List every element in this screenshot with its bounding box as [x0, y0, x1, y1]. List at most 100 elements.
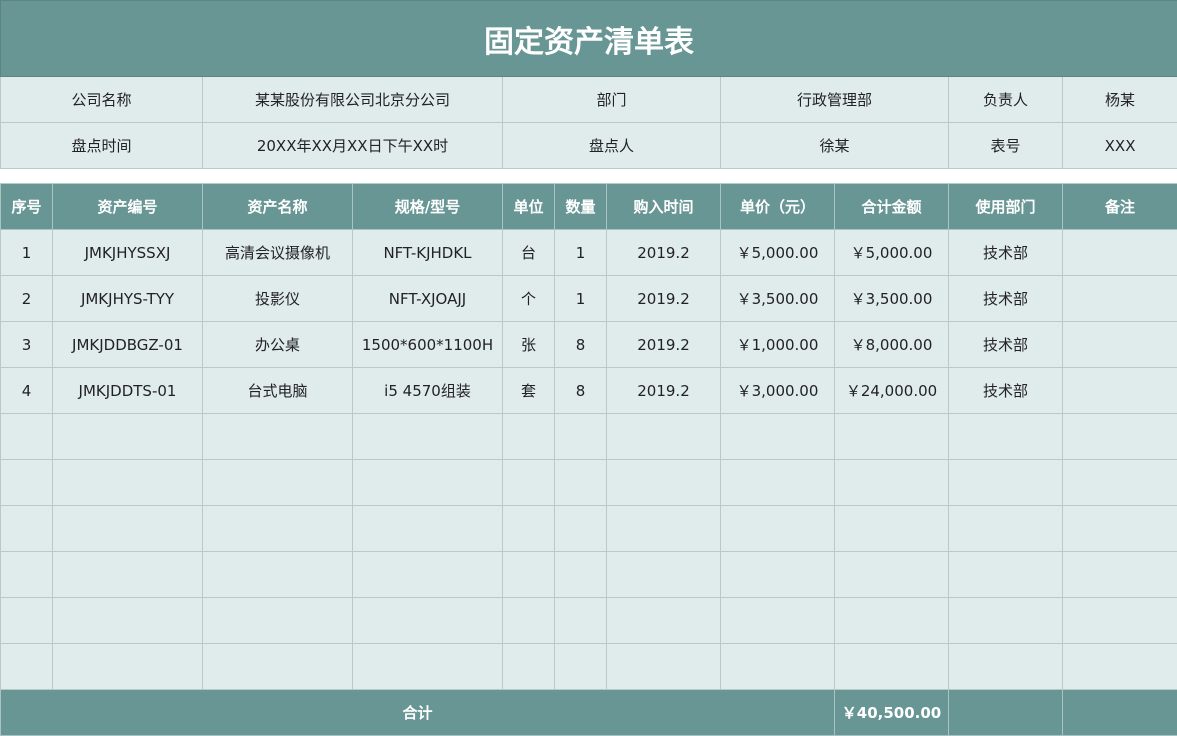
total-dept-cell[interactable] — [949, 690, 1063, 736]
asset-unit[interactable] — [503, 552, 555, 598]
asset-code[interactable] — [53, 414, 203, 460]
asset-qty[interactable]: 1 — [555, 230, 607, 276]
time-value[interactable]: 20XX年XX月XX日下午XX时 — [203, 123, 503, 169]
row-no[interactable] — [1, 414, 53, 460]
asset-code[interactable]: JMKJHYSSXJ — [53, 230, 203, 276]
asset-spec[interactable]: NFT-KJHDKL — [353, 230, 503, 276]
unit-price[interactable] — [721, 414, 835, 460]
total-amount-cell[interactable]: ￥5,000.00 — [835, 230, 949, 276]
asset-code[interactable]: JMKJHYS-TYY — [53, 276, 203, 322]
checker-value[interactable]: 徐某 — [721, 123, 949, 169]
owner-value[interactable]: 杨某 — [1063, 77, 1177, 123]
note-cell[interactable] — [1063, 552, 1177, 598]
total-amount-cell[interactable]: ￥8,000.00 — [835, 322, 949, 368]
total-amount-cell[interactable]: ￥3,500.00 — [835, 276, 949, 322]
total-label[interactable]: 合计 — [1, 690, 835, 736]
asset-code[interactable] — [53, 506, 203, 552]
note-cell[interactable] — [1063, 368, 1177, 414]
row-no[interactable]: 3 — [1, 322, 53, 368]
asset-unit[interactable] — [503, 506, 555, 552]
total-amount-cell[interactable] — [835, 644, 949, 690]
asset-spec[interactable] — [353, 598, 503, 644]
asset-name[interactable]: 办公桌 — [203, 322, 353, 368]
asset-name[interactable]: 台式电脑 — [203, 368, 353, 414]
total-amount-cell[interactable] — [835, 460, 949, 506]
unit-price[interactable]: ￥1,000.00 — [721, 322, 835, 368]
asset-code[interactable] — [53, 460, 203, 506]
asset-spec[interactable] — [353, 506, 503, 552]
asset-name[interactable] — [203, 506, 353, 552]
unit-price[interactable] — [721, 552, 835, 598]
row-no[interactable]: 4 — [1, 368, 53, 414]
asset-qty[interactable]: 1 — [555, 276, 607, 322]
asset-name[interactable]: 高清会议摄像机 — [203, 230, 353, 276]
asset-code[interactable] — [53, 644, 203, 690]
asset-name[interactable] — [203, 414, 353, 460]
col-header-name[interactable]: 资产名称 — [203, 184, 353, 230]
total-amount-cell[interactable] — [835, 506, 949, 552]
total-amount-cell[interactable] — [835, 598, 949, 644]
purchase-date[interactable]: 2019.2 — [607, 276, 721, 322]
note-cell[interactable] — [1063, 230, 1177, 276]
asset-name[interactable]: 投影仪 — [203, 276, 353, 322]
asset-code[interactable]: JMKJDDBGZ-01 — [53, 322, 203, 368]
note-cell[interactable] — [1063, 460, 1177, 506]
unit-price[interactable]: ￥3,000.00 — [721, 368, 835, 414]
asset-unit[interactable] — [503, 414, 555, 460]
total-amount-cell[interactable]: ￥24,000.00 — [835, 368, 949, 414]
asset-qty[interactable] — [555, 644, 607, 690]
purchase-date[interactable] — [607, 460, 721, 506]
dept-cell[interactable]: 技术部 — [949, 322, 1063, 368]
note-cell[interactable] — [1063, 644, 1177, 690]
total-amount-cell[interactable] — [835, 552, 949, 598]
col-header-code[interactable]: 资产编号 — [53, 184, 203, 230]
row-no[interactable] — [1, 598, 53, 644]
asset-code[interactable] — [53, 598, 203, 644]
col-header-unit[interactable]: 单位 — [503, 184, 555, 230]
note-cell[interactable] — [1063, 322, 1177, 368]
col-header-date[interactable]: 购入时间 — [607, 184, 721, 230]
asset-unit[interactable] — [503, 598, 555, 644]
asset-name[interactable] — [203, 598, 353, 644]
company-value[interactable]: 某某股份有限公司北京分公司 — [203, 77, 503, 123]
unit-price[interactable] — [721, 506, 835, 552]
col-header-amount[interactable]: 合计金额 — [835, 184, 949, 230]
owner-label[interactable]: 负责人 — [949, 77, 1063, 123]
col-header-spec[interactable]: 规格/型号 — [353, 184, 503, 230]
col-header-dept[interactable]: 使用部门 — [949, 184, 1063, 230]
asset-spec[interactable] — [353, 644, 503, 690]
row-no[interactable]: 1 — [1, 230, 53, 276]
purchase-date[interactable] — [607, 552, 721, 598]
asset-qty[interactable] — [555, 506, 607, 552]
unit-price[interactable] — [721, 598, 835, 644]
sheet-no-value[interactable]: XXX — [1063, 123, 1177, 169]
row-no[interactable]: 2 — [1, 276, 53, 322]
dept-cell[interactable] — [949, 552, 1063, 598]
asset-spec[interactable] — [353, 414, 503, 460]
row-no[interactable] — [1, 552, 53, 598]
col-header-price[interactable]: 单价（元） — [721, 184, 835, 230]
asset-name[interactable] — [203, 644, 353, 690]
asset-unit[interactable] — [503, 644, 555, 690]
sheet-title[interactable]: 固定资产清单表 — [1, 1, 1177, 77]
dept-cell[interactable] — [949, 506, 1063, 552]
asset-unit[interactable] — [503, 460, 555, 506]
dept-cell[interactable]: 技术部 — [949, 230, 1063, 276]
asset-spec[interactable]: i5 4570组装 — [353, 368, 503, 414]
asset-unit[interactable]: 台 — [503, 230, 555, 276]
asset-spec[interactable]: 1500*600*1100H — [353, 322, 503, 368]
note-cell[interactable] — [1063, 598, 1177, 644]
asset-unit[interactable]: 个 — [503, 276, 555, 322]
total-amount[interactable]: ￥40,500.00 — [835, 690, 949, 736]
total-amount-cell[interactable] — [835, 414, 949, 460]
asset-spec[interactable] — [353, 552, 503, 598]
purchase-date[interactable] — [607, 414, 721, 460]
dept-value[interactable]: 行政管理部 — [721, 77, 949, 123]
time-label[interactable]: 盘点时间 — [1, 123, 203, 169]
note-cell[interactable] — [1063, 506, 1177, 552]
asset-name[interactable] — [203, 552, 353, 598]
purchase-date[interactable] — [607, 644, 721, 690]
col-header-note[interactable]: 备注 — [1063, 184, 1177, 230]
dept-cell[interactable] — [949, 460, 1063, 506]
asset-name[interactable] — [203, 460, 353, 506]
